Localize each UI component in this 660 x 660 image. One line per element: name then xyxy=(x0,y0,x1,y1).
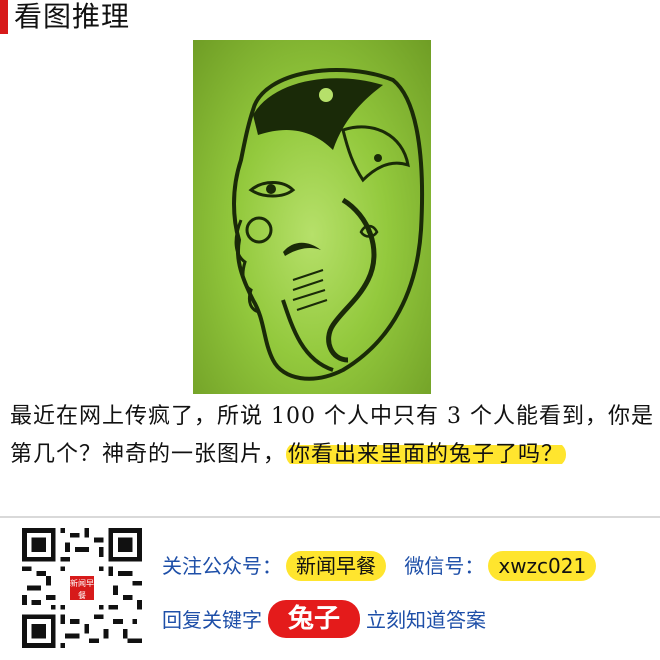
caption-highlight: 你看出来里面的兔子了吗？ xyxy=(286,442,567,467)
qr-center-logo: 新闻早餐 xyxy=(68,574,96,602)
header: 看图推理 xyxy=(0,0,660,36)
wechat-label: 微信号： xyxy=(404,554,485,578)
optical-illusion-image xyxy=(193,40,431,394)
illusion-drawing xyxy=(232,68,425,381)
account-name-badge[interactable]: 新闻早餐 xyxy=(286,551,386,581)
page-title: 看图推理 xyxy=(14,0,131,33)
title-accent-bar xyxy=(0,0,8,34)
wechat-id-badge[interactable]: xwzc021 xyxy=(488,551,597,581)
qr-code[interactable]: 新闻早餐 xyxy=(22,528,142,648)
caption-paragraph: 最近在网上传疯了，所说 100 个人中只有 3 个人能看到，你是第几个？神奇的一… xyxy=(10,398,655,474)
follow-row: 关注公众号： 新闻早餐 微信号： xwzc021 xyxy=(162,548,600,584)
keyword-badge[interactable]: 兔子 xyxy=(268,600,361,638)
follow-label: 关注公众号： xyxy=(162,554,282,578)
divider xyxy=(0,516,660,518)
reply-suffix: 立刻知道答案 xyxy=(366,608,487,632)
reply-row: 回复关键字 兔子 立刻知道答案 xyxy=(162,600,486,640)
reply-prefix: 回复关键字 xyxy=(162,608,262,632)
